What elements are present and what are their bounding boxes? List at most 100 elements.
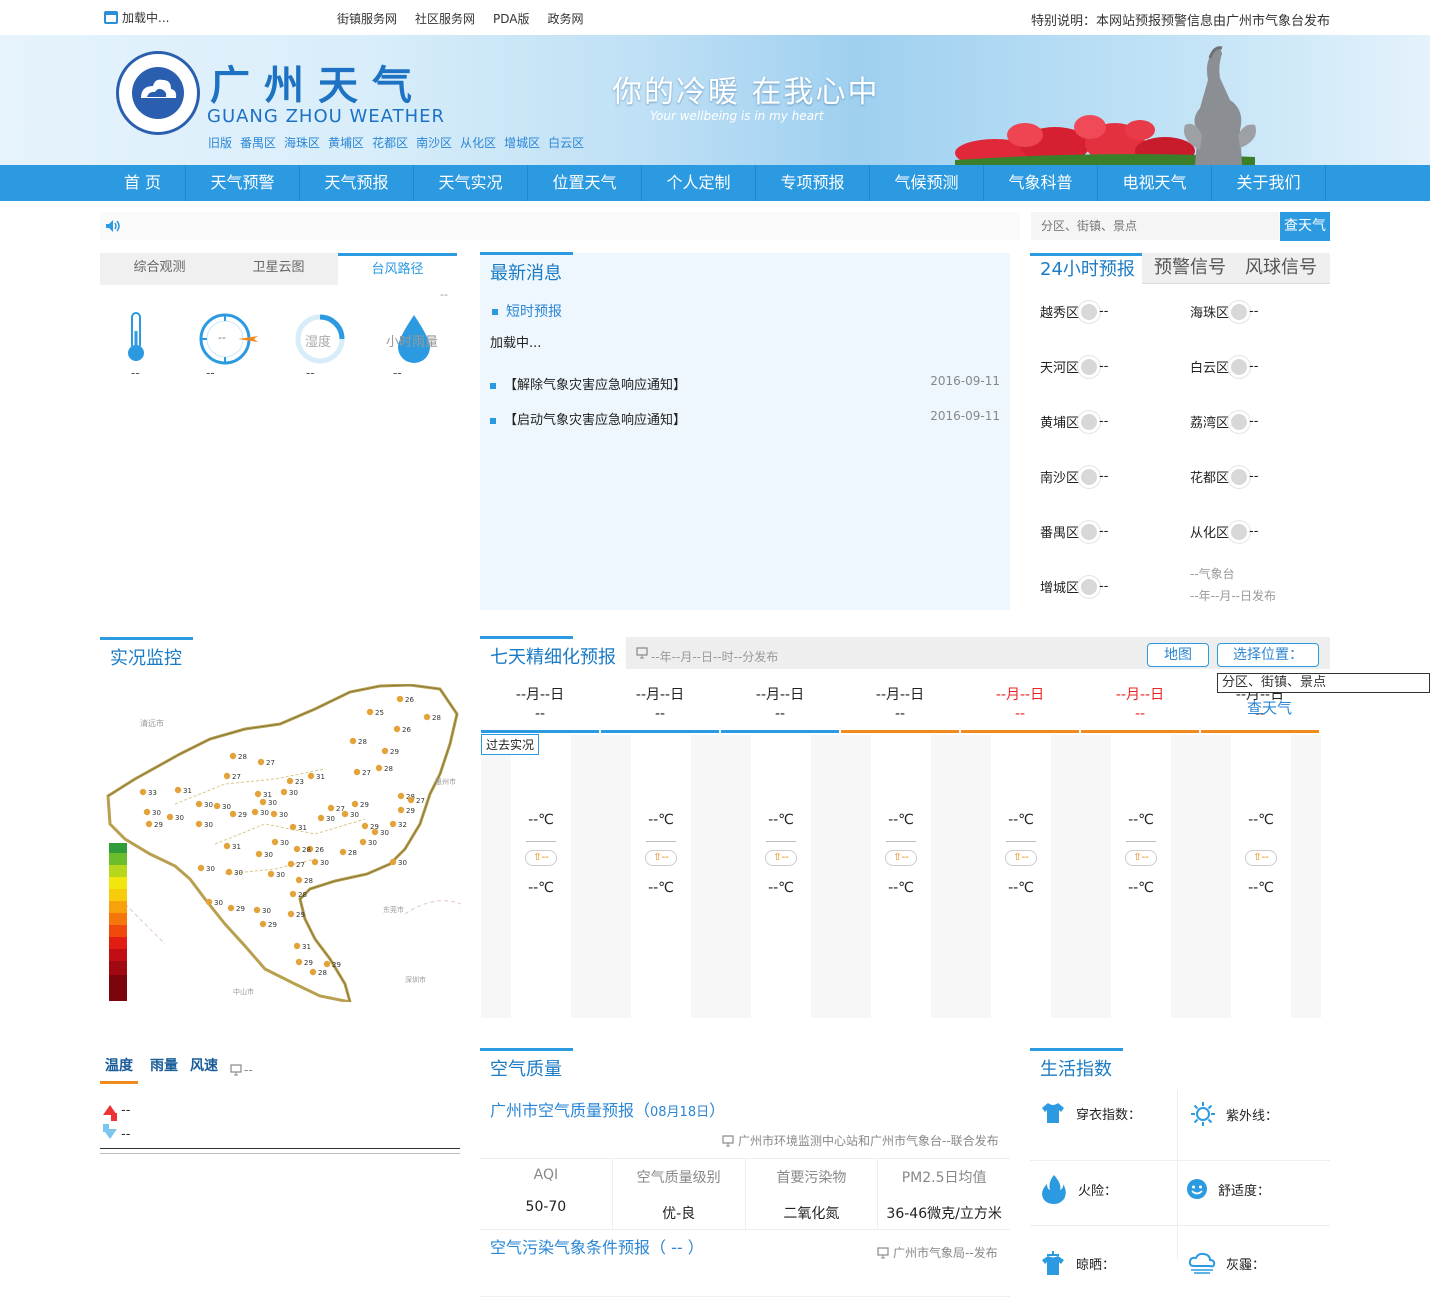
link-nansha[interactable]: 南沙区 (416, 134, 452, 151)
tab-24h-forecast[interactable]: 24小时预报 (1030, 253, 1142, 284)
district-forecast[interactable]: 海珠区 -- (1190, 302, 1258, 321)
news-short-forecast[interactable]: 短时预报 (492, 301, 562, 321)
tab-typhoon-signals[interactable]: 风球信号 (1245, 253, 1330, 284)
select-location-button[interactable]: 选择位置： (1217, 643, 1319, 667)
forecast-tabs: 24小时预报 预警信号 风球信号 (1030, 253, 1330, 284)
link-huadu[interactable]: 花都区 (372, 134, 408, 151)
link-street-service[interactable]: 街镇服务网 (337, 10, 397, 27)
district-forecast[interactable]: 越秀区 -- (1040, 302, 1108, 321)
location-popup-input[interactable]: 分区、街镇、景点 (1217, 673, 1430, 693)
link-pda[interactable]: PDA版 (493, 10, 529, 27)
nav-observation[interactable]: 天气实况 (414, 165, 528, 201)
station-dot (293, 942, 301, 950)
link-haizhu[interactable]: 海珠区 (284, 134, 320, 151)
life-index-drying[interactable]: 晾晒： (1040, 1250, 1115, 1276)
search-input[interactable] (1031, 212, 1279, 240)
thermometer-icon (128, 312, 144, 361)
district-forecast[interactable]: 黄埔区 -- (1040, 412, 1108, 431)
tab-comprehensive-obs[interactable]: 综合观测 (100, 253, 219, 285)
station-value: 29 (332, 961, 341, 969)
link-community-service[interactable]: 社区服务网 (415, 10, 475, 27)
temp-divider (1006, 841, 1036, 842)
calendar-icon (104, 11, 118, 24)
nav-personal[interactable]: 个人定制 (642, 165, 756, 201)
day-high-temp: --℃ (648, 812, 674, 828)
tab-temperature[interactable]: 温度 (100, 1055, 138, 1084)
sun-icon (1081, 523, 1098, 540)
station-dot (293, 845, 301, 853)
link-baiyun[interactable]: 白云区 (548, 134, 584, 151)
day-forecast-column[interactable]: --月--日 -- --℃ ⇧-- --℃ (1201, 684, 1321, 1018)
aqi-cell: AQI 50-70 (480, 1159, 613, 1229)
station-dot (259, 798, 267, 806)
day-forecast-column[interactable]: --月--日 -- --℃ ⇧-- --℃ (1081, 684, 1201, 1018)
tab-wind-speed[interactable]: 风速 (190, 1055, 218, 1084)
nav-special-forecast[interactable]: 专项预报 (756, 165, 870, 201)
nav-home[interactable]: 首 页 (100, 165, 186, 201)
wind-arrow-icon: ⇧-- (1125, 850, 1157, 866)
map-button[interactable]: 地图 (1147, 643, 1209, 667)
district-forecast[interactable]: 白云区 -- (1190, 357, 1258, 376)
link-huangpu[interactable]: 黄埔区 (328, 134, 364, 151)
station-value: 29 (390, 748, 399, 756)
nav-tv-weather[interactable]: 电视天气 (1098, 165, 1212, 201)
tab-warning-signals[interactable]: 预警信号 (1154, 253, 1244, 284)
tab-typhoon[interactable]: 台风路径 (338, 253, 457, 285)
search-button[interactable]: 查天气 (1280, 212, 1330, 241)
station-dot (423, 713, 431, 721)
day-forecast-column[interactable]: --月--日 -- --℃ ⇧-- --℃ (601, 684, 721, 1018)
link-panyu[interactable]: 番禺区 (240, 134, 276, 151)
link-zengcheng[interactable]: 增城区 (504, 134, 540, 151)
district-forecast[interactable]: 天河区 -- (1040, 357, 1108, 376)
pollution-condition-title[interactable]: 空气污染气象条件预报（ -- ） (490, 1234, 704, 1258)
day-forecast-column[interactable]: --月--日 -- --℃ ⇧-- --℃ (841, 684, 961, 1018)
news-item[interactable]: 【解除气象灾害应急响应通知】 2016-09-11 (490, 374, 1000, 393)
day-high-temp: --℃ (1248, 812, 1274, 828)
nav-about[interactable]: 关于我们 (1212, 165, 1326, 201)
day-forecast-column[interactable]: --月--日 -- --℃ ⇧-- --℃ (961, 684, 1081, 1018)
location-popup-search-button[interactable]: 查天气 (1247, 697, 1292, 718)
district-forecast[interactable]: 番禺区 -- (1040, 522, 1108, 541)
station-dot (289, 823, 297, 831)
life-index-uv[interactable]: 紫外线： (1190, 1101, 1278, 1127)
life-index-comfort[interactable]: 舒适度： (1186, 1178, 1270, 1200)
air-quality-table: AQI 50-70 空气质量级别 优-良 首要污染物 二氧化氮 PM2.5日均值 36-… (480, 1158, 1010, 1230)
guangzhou-monitor-map[interactable]: 清远市 惠州市 东莞市 中山市 深圳市 25 26 28 26 28 29 28 27 23 31… (105, 684, 461, 1002)
station-value: 26 (402, 726, 411, 734)
district-forecast[interactable]: 从化区 -- (1190, 522, 1258, 541)
tab-rainfall[interactable]: 雨量 (150, 1055, 178, 1084)
district-forecast[interactable]: 南沙区 -- (1040, 467, 1108, 486)
station-dot (166, 813, 174, 821)
nav-science[interactable]: 气象科普 (984, 165, 1098, 201)
link-conghua[interactable]: 从化区 (460, 134, 496, 151)
nav-warnings[interactable]: 天气预警 (186, 165, 300, 201)
life-index-clothing[interactable]: 穿衣指数： (1040, 1101, 1141, 1125)
link-old-version[interactable]: 旧版 (208, 134, 232, 151)
tab-satellite[interactable]: 卫星云图 (219, 253, 338, 285)
news-item[interactable]: 【启动气象灾害应急响应通知】 2016-09-11 (490, 409, 1000, 428)
day-forecast-column[interactable]: --月--日 -- --℃ ⇧-- --℃ (721, 684, 841, 1018)
life-index-haze[interactable]: 灰霾： (1188, 1252, 1265, 1274)
day-low-temp: --℃ (528, 880, 554, 896)
life-index-fire[interactable]: 火险： (1040, 1174, 1117, 1204)
day-high-temp: --℃ (768, 812, 794, 828)
meteorology-logo[interactable] (116, 51, 200, 135)
air-forecast-title[interactable]: 广州市空气质量预报（08月18日） (490, 1097, 725, 1121)
district-forecast[interactable]: 增城区 -- (1040, 577, 1108, 596)
monitor-icon (722, 1134, 734, 1146)
district-forecast[interactable]: 花都区 -- (1190, 467, 1258, 486)
day-low-temp: --℃ (888, 880, 914, 896)
link-government[interactable]: 政务网 (548, 10, 584, 27)
nav-climate[interactable]: 气候预测 (870, 165, 984, 201)
wind-value: -- (218, 331, 226, 344)
place-label: 惠州市 (435, 777, 456, 786)
nav-location-weather[interactable]: 位置天气 (528, 165, 642, 201)
past-observation-button[interactable]: 过去实况 (481, 734, 540, 755)
monitor-icon (877, 1246, 889, 1258)
seven-day-title-box: 七天精细化预报 (480, 636, 626, 669)
wind-direction-icon (199, 313, 258, 365)
station-dot (271, 838, 279, 846)
district-forecast[interactable]: 荔湾区 -- (1190, 412, 1258, 431)
nav-forecast[interactable]: 天气预报 (300, 165, 414, 201)
station-value: 30 (260, 809, 269, 817)
